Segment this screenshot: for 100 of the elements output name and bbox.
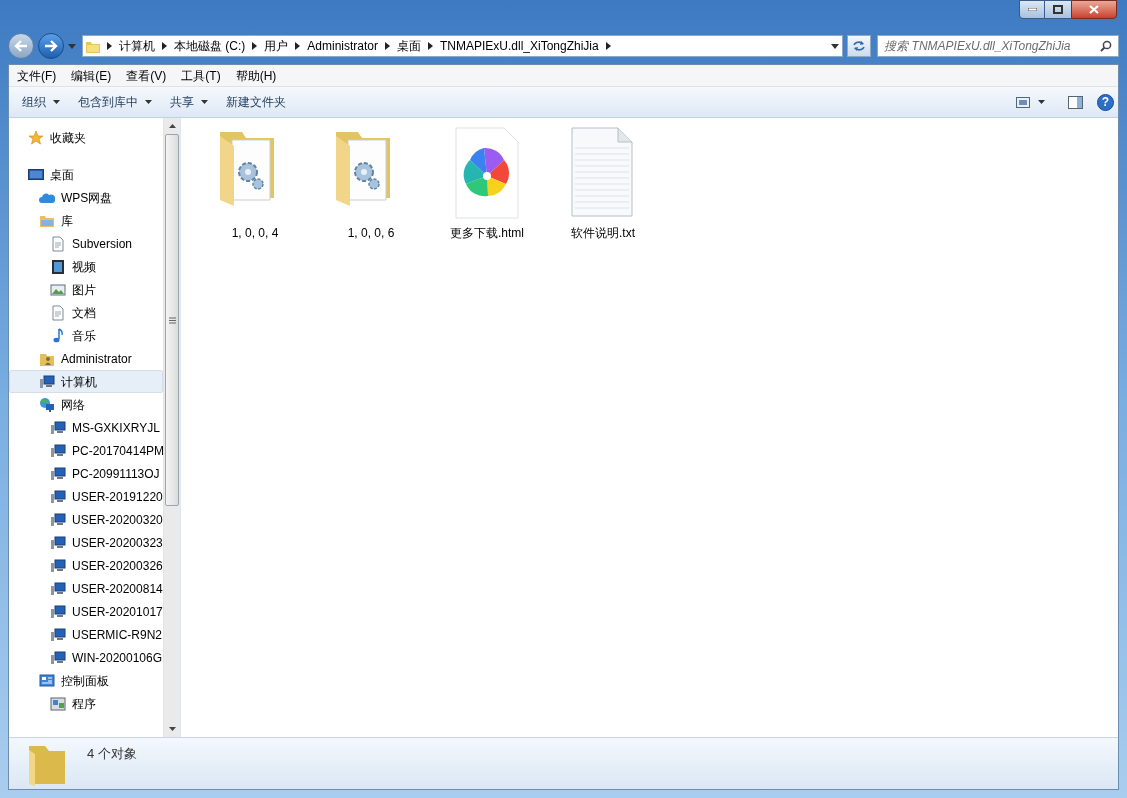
close-button[interactable] <box>1071 0 1117 19</box>
scroll-up-icon[interactable] <box>168 124 176 128</box>
nav-item[interactable]: 控制面板 <box>9 669 163 692</box>
control-panel-icon <box>39 672 55 689</box>
breadcrumb[interactable]: 用户 <box>264 37 289 55</box>
nav-item[interactable]: USER-20191220 <box>9 485 163 508</box>
chevron-icon[interactable] <box>252 42 258 50</box>
network-icon <box>39 396 55 413</box>
caret-icon <box>201 100 208 104</box>
caret-icon <box>145 100 152 104</box>
nav-item[interactable]: 音乐 <box>9 324 163 347</box>
folder-icon <box>85 39 100 53</box>
menu-item[interactable]: 编辑(E) <box>65 66 118 85</box>
nav-item[interactable]: 收藏夹 <box>9 126 163 149</box>
toolbar-button[interactable]: 共享 <box>161 90 217 114</box>
star-icon <box>28 129 44 146</box>
computer-icon <box>50 649 66 666</box>
nav-item[interactable]: USER-20200323 <box>9 531 163 554</box>
nav-item[interactable]: 网络 <box>9 393 163 416</box>
computer-icon <box>50 603 66 620</box>
computer-icon <box>50 580 66 597</box>
computer-icon <box>50 557 66 574</box>
toolbar-button[interactable]: 新建文件夹 <box>217 90 295 114</box>
computer-icon <box>50 442 66 459</box>
caret-icon <box>53 100 60 104</box>
nav-item[interactable]: USER-20201017 <box>9 600 163 623</box>
item-count: 4 个对象 <box>87 745 137 763</box>
computer-icon <box>50 465 66 482</box>
nav-item[interactable]: USER-20200326 <box>9 554 163 577</box>
refresh-icon <box>852 40 867 52</box>
computer-icon <box>50 626 66 643</box>
breadcrumb[interactable]: Administrator <box>307 37 378 55</box>
desktop-icon <box>28 166 44 183</box>
file-name[interactable]: 软件说明.txt <box>571 224 635 242</box>
breadcrumb[interactable]: 计算机 <box>118 37 155 55</box>
maximize-button[interactable] <box>1045 0 1071 19</box>
document-icon <box>50 235 66 252</box>
computer-icon <box>50 511 66 528</box>
chevron-icon[interactable] <box>106 42 112 50</box>
chevron-icon[interactable] <box>428 42 433 50</box>
scroll-down-icon[interactable] <box>168 727 176 731</box>
chevron-icon[interactable] <box>161 42 167 50</box>
view-icon <box>1016 96 1030 108</box>
nav-item[interactable]: 文档 <box>9 301 163 324</box>
document-icon <box>50 304 66 321</box>
dropdown-arrow-icon[interactable] <box>831 43 840 49</box>
scrollbar-thumb[interactable] <box>165 134 179 506</box>
nav-item[interactable]: MS-GXKIXRYJL <box>9 416 163 439</box>
grip-icon <box>168 316 176 324</box>
nav-item[interactable]: 桌面 <box>9 163 163 186</box>
toolbar-button[interactable]: 组织 <box>13 90 69 114</box>
menu-item[interactable]: 查看(V) <box>120 66 173 85</box>
minimize-button[interactable] <box>1019 0 1045 19</box>
computer-icon <box>50 488 66 505</box>
maximize-icon <box>1053 5 1063 14</box>
nav-item[interactable]: PC-20991113OJ <box>9 462 163 485</box>
nav-item[interactable]: Subversion <box>9 232 163 255</box>
nav-item[interactable]: 视频 <box>9 255 163 278</box>
breadcrumb[interactable]: 桌面 <box>397 37 421 55</box>
caret-icon <box>1038 100 1045 104</box>
computer-icon <box>39 373 55 390</box>
chevron-icon[interactable] <box>295 42 301 50</box>
chevron-icon[interactable] <box>605 42 611 50</box>
file-name[interactable]: 1, 0, 0, 4 <box>231 224 279 242</box>
picture-icon <box>50 281 66 298</box>
nav-item[interactable]: 程序 <box>9 692 163 715</box>
minimize-icon <box>1027 8 1037 11</box>
nav-item[interactable]: Administrator <box>9 347 163 370</box>
breadcrumb[interactable]: 本地磁盘 (C:) <box>173 37 246 55</box>
menu-item[interactable]: 帮助(H) <box>229 66 283 85</box>
nav-item[interactable]: 库 <box>9 209 163 232</box>
forward-button[interactable] <box>38 33 64 59</box>
nav-item[interactable]: USER-20200320 <box>9 508 163 531</box>
menu-item[interactable]: 工具(T) <box>175 66 227 85</box>
nav-item[interactable]: 计算机 <box>9 370 163 393</box>
video-icon <box>50 258 66 275</box>
file-name[interactable]: 更多下载.html <box>450 224 524 242</box>
nav-item[interactable]: USERMIC-R9N2 <box>9 623 163 646</box>
refresh-button[interactable] <box>847 35 872 57</box>
address-field[interactable]: 计算机 本地磁盘 (C:) 用户 Administrator 桌面 TNMAPIExU.dll_XiTongZhiJia <box>81 35 844 57</box>
pane-icon <box>1067 95 1083 109</box>
scrollbar[interactable] <box>163 118 180 737</box>
nav-item[interactable]: USER-20200814 <box>9 577 163 600</box>
program-icon <box>50 695 66 712</box>
nav-item[interactable]: WPS网盘 <box>9 186 163 209</box>
nav-item[interactable]: WIN-20200106G <box>9 646 163 669</box>
folder-icon <box>27 744 67 786</box>
menu-item[interactable]: 文件(F) <box>11 66 63 85</box>
breadcrumb[interactable]: TNMAPIExU.dll_XiTongZhiJia <box>440 37 599 55</box>
toolbar-button[interactable]: 包含到库中 <box>69 90 161 114</box>
back-arrow-icon <box>14 40 28 52</box>
computer-icon <box>50 419 66 436</box>
file-name[interactable]: 1, 0, 0, 6 <box>347 224 395 242</box>
search-field[interactable]: 搜索 TNMAPIExU.dll_XiTongZhiJia <box>877 35 1119 57</box>
nav-item[interactable]: PC-20170414PM <box>9 439 163 462</box>
computer-icon <box>50 534 66 551</box>
nav-item[interactable]: 图片 <box>9 278 163 301</box>
chevron-icon[interactable] <box>385 42 390 50</box>
back-button[interactable] <box>8 33 34 59</box>
help-button[interactable]: ? <box>1097 93 1114 111</box>
